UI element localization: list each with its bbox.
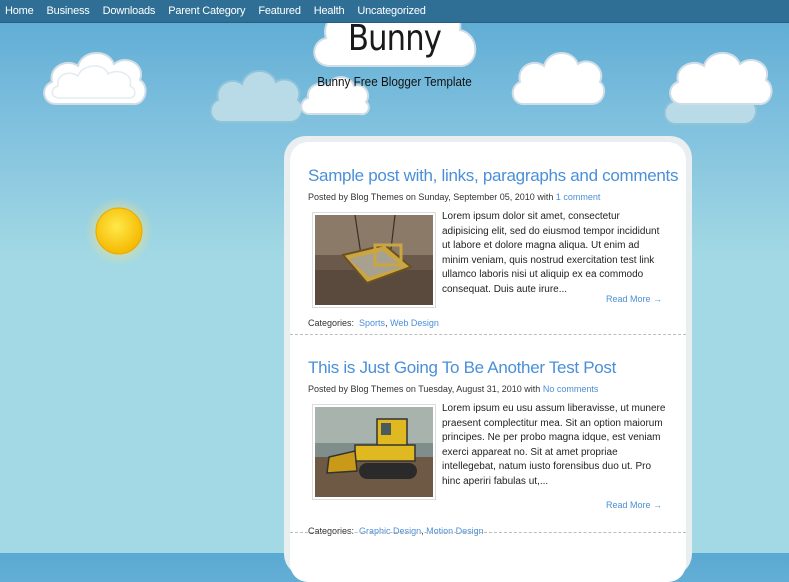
- post-meta: Posted by Blog Themes on Tuesday, August…: [308, 384, 598, 394]
- post-item: Sample post with, links, paragraphs and …: [290, 166, 686, 356]
- nav-item-health[interactable]: Health: [314, 5, 345, 17]
- read-more-link[interactable]: Read More →: [606, 294, 662, 304]
- read-more-link[interactable]: Read More →: [606, 500, 662, 510]
- category-link[interactable]: Web Design: [390, 318, 439, 328]
- post-title[interactable]: This is Just Going To Be Another Test Po…: [308, 358, 616, 378]
- nav-item-business[interactable]: Business: [47, 5, 90, 17]
- post-categories: Categories: Graphic Design, Motion Desig…: [308, 526, 484, 536]
- post-meta-text: Posted by Blog Themes on Tuesday, August…: [308, 384, 543, 394]
- nav-item-home[interactable]: Home: [5, 5, 34, 17]
- post-thumbnail[interactable]: [312, 404, 436, 500]
- nav-item-downloads[interactable]: Downloads: [103, 5, 156, 17]
- comments-link[interactable]: 1 comment: [556, 192, 601, 202]
- post-thumbnail[interactable]: [312, 212, 436, 308]
- category-link[interactable]: Motion Design: [426, 526, 484, 536]
- post-title[interactable]: Sample post with, links, paragraphs and …: [308, 166, 678, 186]
- comments-link[interactable]: No comments: [543, 384, 599, 394]
- nav-item-uncategorized[interactable]: Uncategorized: [357, 5, 426, 17]
- post-divider: [290, 532, 686, 533]
- post-meta: Posted by Blog Themes on Sunday, Septemb…: [308, 192, 600, 202]
- category-link[interactable]: Graphic Design: [359, 526, 421, 536]
- cloud-decoration: [206, 60, 306, 132]
- top-navigation: Home Business Downloads Parent Category …: [0, 0, 789, 23]
- nav-item-parent-category[interactable]: Parent Category: [168, 5, 245, 17]
- post-excerpt: Lorem ipsum dolor sit amet, consectetur …: [442, 211, 660, 295]
- categories-label: Categories:: [308, 318, 355, 328]
- main-content: Sample post with, links, paragraphs and …: [284, 136, 692, 582]
- categories-label: Categories:: [308, 526, 355, 536]
- post-categories: Categories: Sports, Web Design: [308, 318, 439, 328]
- post-list: Sample post with, links, paragraphs and …: [290, 142, 686, 582]
- post-meta-text: Posted by Blog Themes on Sunday, Septemb…: [308, 192, 556, 202]
- post-excerpt: Lorem ipsum eu usu assum liberavisse, ut…: [442, 403, 666, 487]
- site-tagline: Bunny Free Blogger Template: [317, 74, 472, 89]
- sun-icon: [84, 196, 154, 266]
- post-divider: [290, 334, 686, 335]
- post-item: This is Just Going To Be Another Test Po…: [290, 358, 686, 558]
- nav-item-featured[interactable]: Featured: [258, 5, 301, 17]
- category-link[interactable]: Sports: [359, 318, 385, 328]
- site-title[interactable]: Bunny: [59, 18, 730, 59]
